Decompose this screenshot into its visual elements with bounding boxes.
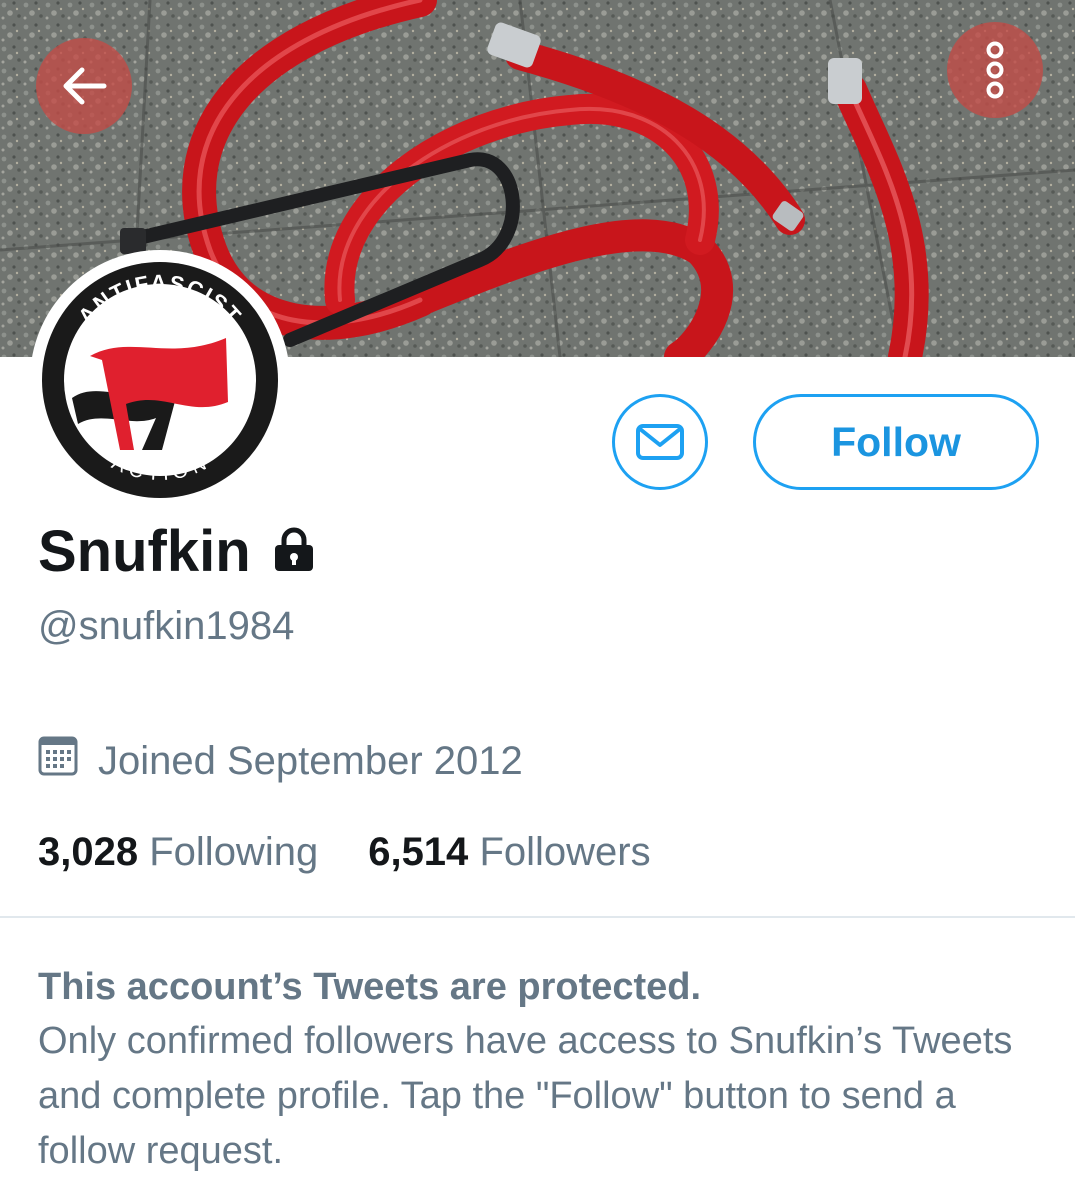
- follow-stats: 3,028 Following 6,514 Followers: [38, 830, 701, 875]
- following-stat[interactable]: 3,028 Following: [38, 830, 318, 875]
- protected-notice: This account’s Tweets are protected. Onl…: [38, 960, 1038, 1179]
- envelope-icon: [636, 424, 684, 460]
- profile-name-row: Snufkin: [38, 520, 315, 584]
- back-button[interactable]: [36, 38, 132, 134]
- profile-avatar[interactable]: ANTIFASCIST ACTION: [30, 250, 290, 510]
- calendar-icon: [38, 736, 78, 786]
- followers-count: 6,514: [368, 830, 469, 874]
- direct-message-button[interactable]: [612, 394, 708, 490]
- protected-notice-title: This account’s Tweets are protected.: [38, 966, 702, 1008]
- joined-date: Joined September 2012: [38, 736, 523, 786]
- section-divider: [0, 916, 1075, 918]
- followers-label: Followers: [479, 830, 651, 874]
- more-vertical-icon: [986, 41, 1004, 99]
- follow-button[interactable]: Follow: [753, 394, 1039, 490]
- arrow-left-icon: [63, 67, 107, 105]
- lock-icon: [273, 520, 315, 584]
- profile-handle: @snufkin1984: [38, 604, 295, 648]
- more-options-button[interactable]: [947, 22, 1043, 118]
- profile-name: Snufkin: [38, 519, 251, 584]
- joined-text: Joined September 2012: [98, 738, 523, 783]
- following-label: Following: [149, 830, 319, 874]
- followers-stat[interactable]: 6,514 Followers: [368, 830, 650, 875]
- following-count: 3,028: [38, 830, 139, 874]
- protected-notice-body: Only confirmed followers have access to …: [38, 1020, 1013, 1172]
